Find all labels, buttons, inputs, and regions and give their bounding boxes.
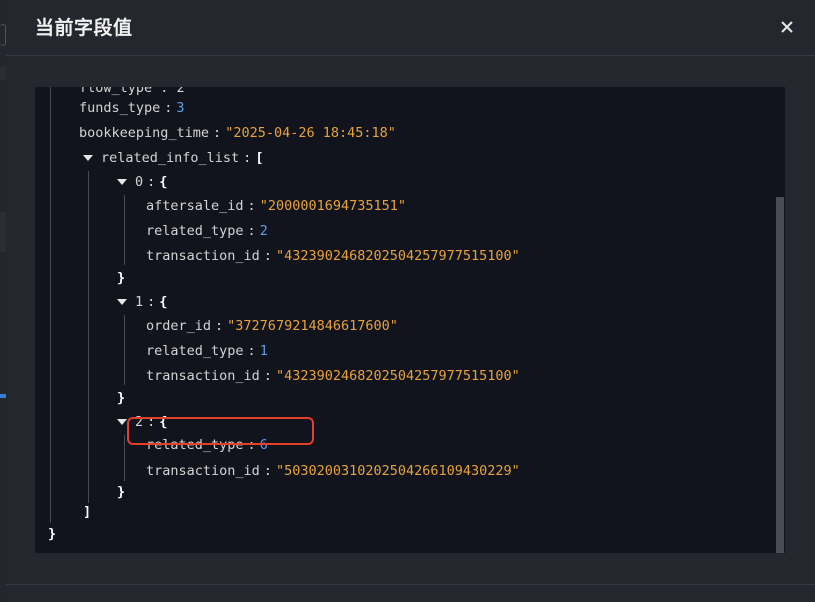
json-row-item-0[interactable]: 0:{: [117, 171, 167, 193]
json-value-number: 1: [259, 343, 268, 359]
modal-footer-divider: [6, 584, 815, 585]
json-index: 1: [135, 294, 144, 310]
modal-title: 当前字段值: [35, 18, 133, 39]
json-row-field: related_type:1: [146, 343, 268, 359]
collapse-arrow-icon[interactable]: [117, 299, 127, 305]
json-key: bookkeeping_time: [79, 125, 210, 141]
close-button[interactable]: [774, 14, 800, 40]
json-row-bookkeeping-time: bookkeeping_time: "2025-04-26 18:45:18": [79, 125, 396, 141]
json-key: related_info_list: [101, 150, 240, 166]
json-brace: }: [117, 484, 126, 500]
guide-line-item-0: [124, 195, 125, 265]
collapse-arrow-icon[interactable]: [117, 419, 127, 425]
json-value-string: "4323902468202504257977515100": [275, 248, 520, 264]
json-key: transaction_id: [146, 248, 260, 264]
json-brace: }: [48, 526, 57, 542]
scrollbar-thumb[interactable]: [776, 197, 784, 553]
json-row-field: related_type:2: [146, 223, 268, 239]
json-row-field: transaction_id: "503020031020250426610943…: [146, 463, 520, 479]
json-value-string: "2025-04-26 18:45:18": [225, 125, 396, 141]
json-key: related_type: [146, 343, 244, 359]
json-key: transaction_id: [146, 463, 260, 479]
json-brace: {: [159, 174, 168, 190]
json-value-number: 2: [259, 223, 268, 239]
json-row-root-close: }: [48, 523, 56, 545]
json-row-field: transaction_id: "432390246820250425797751…: [146, 248, 520, 264]
json-row-list-close: ]: [83, 501, 91, 523]
json-row-item-2-close: }: [117, 481, 125, 503]
guide-line-item-2: [124, 435, 125, 481]
json-bracket: ]: [83, 504, 92, 520]
guide-line-list: [88, 171, 89, 503]
json-bracket: [: [255, 150, 264, 166]
modal-header: 当前字段值: [6, 0, 815, 56]
json-row-funds-type: funds_type:3: [79, 100, 185, 116]
json-brace: {: [159, 294, 168, 310]
json-row-field: aftersale_id: "2000001694735151": [146, 198, 406, 214]
json-value-number: 3: [176, 100, 185, 116]
json-key: order_id: [146, 318, 212, 334]
json-value-string: "2000001694735151": [259, 198, 406, 214]
json-brace: }: [117, 270, 126, 286]
json-value-string: "5030200310202504266109430229": [275, 463, 520, 479]
partial-line-text: flow_type : 2: [79, 87, 185, 96]
json-row-field: order_id: "3727679214846617600": [146, 318, 398, 334]
json-key: funds_type: [79, 100, 161, 116]
json-index: 0: [135, 174, 144, 190]
guide-line-item-1: [124, 315, 125, 385]
highlight-annotation-box: [127, 417, 314, 445]
close-icon[interactable]: [774, 14, 800, 40]
guide-line-root: [50, 87, 51, 523]
json-value-string: "4323902468202504257977515100": [275, 368, 520, 384]
json-row-item-1[interactable]: 1:{: [117, 291, 167, 313]
json-row-field: transaction_id: "432390246820250425797751…: [146, 368, 520, 384]
json-key: transaction_id: [146, 368, 260, 384]
json-viewer[interactable]: flow_type : 2 funds_type:3 bookkeeping_t…: [35, 87, 785, 553]
json-value-string: "3727679214846617600": [227, 318, 398, 334]
json-brace: }: [117, 390, 126, 406]
collapse-arrow-icon[interactable]: [117, 179, 127, 185]
json-row-item-0-close: }: [117, 267, 125, 289]
json-key: related_type: [146, 223, 244, 239]
json-row-related-info-list[interactable]: related_info_list:[: [83, 147, 263, 169]
json-key: aftersale_id: [146, 198, 244, 214]
field-value-modal: 当前字段值 flow_type : 2 funds_type:3 bookkee…: [6, 0, 815, 602]
collapse-arrow-icon[interactable]: [83, 155, 93, 161]
json-row-item-1-close: }: [117, 387, 125, 409]
